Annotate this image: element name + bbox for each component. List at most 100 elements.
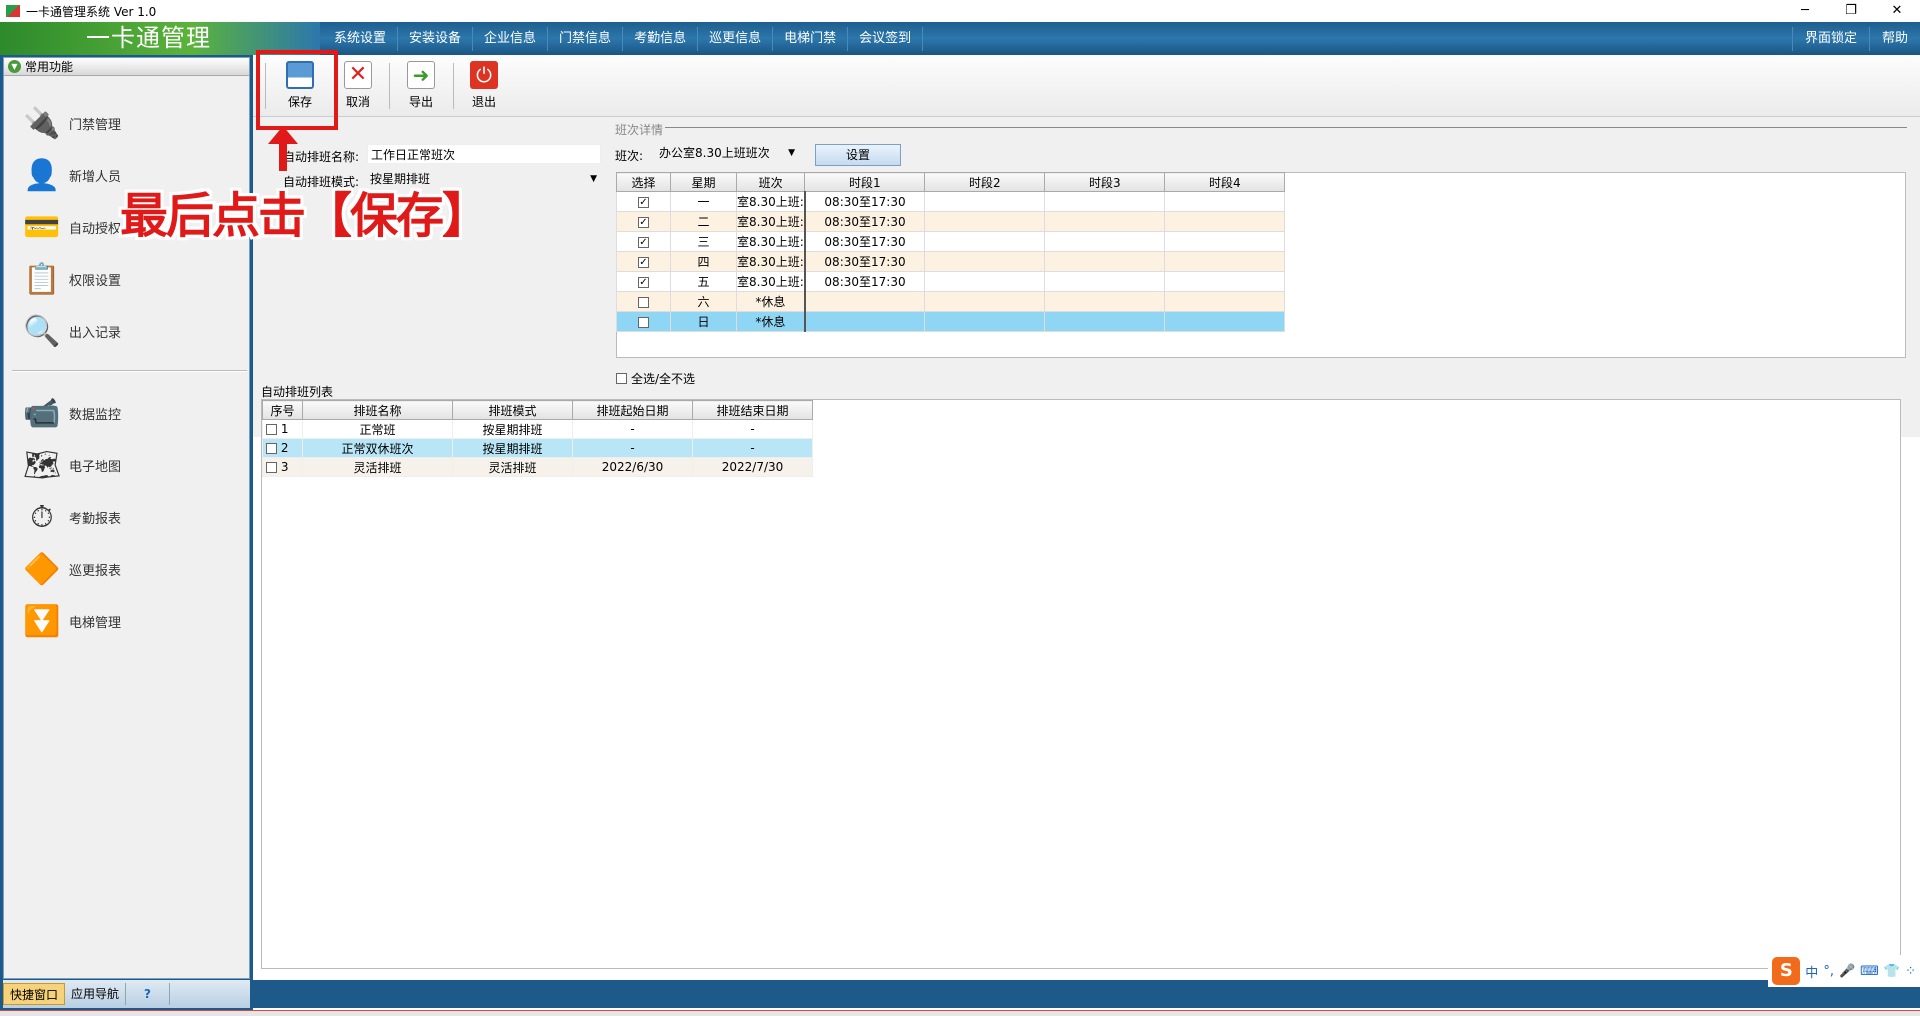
row-checkbox[interactable] — [266, 443, 277, 454]
status-bar — [0, 1010, 1920, 1016]
toolbar-separator — [389, 63, 390, 109]
shift-select[interactable]: 办公室8.30上班班次 ▼ — [656, 143, 799, 163]
table-row[interactable]: ✓ 一室8.30上班: 08:30至17:30 — [616, 191, 1286, 212]
list-title: 自动排班列表 — [261, 385, 334, 399]
row-checkbox[interactable]: ✓ — [638, 196, 649, 208]
form-area: 自动排班名称: 工作日正常班次 自动排班模式: 按星期排班 ▼ 班次详情 班次: … — [253, 117, 1920, 437]
cancel-icon: ✕ — [344, 61, 372, 89]
name-label: 自动排班名称: — [283, 150, 360, 164]
app-icon — [6, 5, 20, 17]
sidebar-item-access[interactable]: 🔌 门禁管理 — [19, 98, 121, 148]
sidebar-item-attendance-report[interactable]: ⏱ 考勤报表 — [19, 492, 121, 542]
clock-icon: ⏱ — [30, 499, 54, 535]
magnifier-icon: 🔍 — [23, 313, 61, 349]
table-row[interactable]: 六 *休息 — [616, 291, 1286, 312]
row-checkbox[interactable] — [266, 462, 277, 473]
power-icon: ⏻ — [470, 61, 498, 89]
row-checkbox[interactable] — [266, 424, 277, 435]
map-icon: 🗺 — [22, 447, 62, 483]
microphone-icon[interactable]: 🎤 — [1839, 964, 1855, 979]
sidebar-item-elevator[interactable]: ⏬ 电梯管理 — [19, 596, 121, 646]
sidebar-item-auto-auth[interactable]: 💳 自动授权 — [19, 202, 121, 252]
door-access-icon: 🔌 — [23, 105, 61, 141]
sidebar-item-permission[interactable]: 📋 权限设置 — [19, 254, 121, 304]
tab-app-navigation[interactable]: 应用导航 — [65, 983, 127, 1005]
help-icon[interactable]: ? — [126, 983, 170, 1005]
keyboard-icon[interactable]: ⌨ — [1860, 964, 1879, 979]
menu-install-device[interactable]: 安装设备 — [398, 27, 474, 51]
checkbox-icon[interactable] — [616, 373, 627, 384]
ime-punct[interactable]: °, — [1823, 964, 1834, 979]
ime-toolbar: S 中 °, 🎤 ⌨ 👕 ⁘ — [1768, 955, 1920, 987]
menu-help[interactable]: 帮助 — [1868, 27, 1920, 51]
highlight-box — [256, 50, 338, 130]
group-line — [665, 127, 1907, 128]
arrow-shaft — [279, 141, 287, 171]
table-row[interactable]: 2 正常双休班次 按星期排班 - - — [262, 438, 813, 458]
schedule-table: 选择 星期 班次 时段1 时段2 时段3 时段4 ✓ 一室8.30上班: 08:30… — [616, 172, 1286, 332]
sidebar-divider — [12, 370, 247, 372]
menu-elevator-access[interactable]: 电梯门禁 — [773, 27, 849, 51]
schedule-list-table: 序号 排班名称 排班模式 排班起始日期 排班结束日期 1 正常班 按星期排班 - - 2… — [262, 400, 813, 477]
set-button[interactable]: 设置 — [815, 144, 901, 166]
menu-company-info[interactable]: 企业信息 — [473, 27, 549, 51]
export-icon: ➜ — [407, 61, 435, 89]
elevator-icon: ⏬ — [23, 603, 61, 639]
menu-lock-ui[interactable]: 界面锁定 — [1791, 27, 1869, 51]
sidebar-item-patrol-report[interactable]: 🔶 巡更报表 — [19, 544, 121, 594]
dropdown-arrow-icon: ▼ — [788, 148, 795, 158]
table-row[interactable]: ✓ 四室8.30上班: 08:30至17:30 — [616, 251, 1286, 272]
shift-details-title: 班次详情 — [615, 123, 664, 137]
sogou-logo-icon[interactable]: S — [1772, 957, 1801, 985]
exit-button[interactable]: ⏻ 退出 — [460, 61, 508, 110]
minimize-button[interactable]: ─ — [1782, 0, 1828, 22]
cancel-button[interactable]: ✕ 取消 — [334, 61, 382, 110]
toolbar-separator — [453, 63, 454, 109]
maximize-button[interactable]: ❐ — [1828, 0, 1874, 22]
table-row[interactable]: 3 灵活排班 灵活排班 2022/6/30 2022/7/30 — [262, 457, 813, 477]
sidebar-item-records[interactable]: 🔍 出入记录 — [19, 306, 121, 356]
bottom-bar — [253, 980, 1920, 1008]
table-row[interactable]: 日 *休息 — [616, 311, 1286, 332]
dropdown-arrow-icon: ▼ — [590, 174, 597, 184]
table-row[interactable]: ✓ 五室8.30上班: 08:30至17:30 — [616, 271, 1286, 292]
sidebar-item-monitor[interactable]: 📹 数据监控 — [19, 388, 121, 438]
shift-label: 班次: — [615, 149, 644, 163]
ime-lang[interactable]: 中 — [1805, 962, 1818, 981]
skin-icon[interactable]: 👕 — [1884, 964, 1900, 979]
sidebar-item-new-person[interactable]: 👤 新增人员 — [19, 150, 121, 200]
close-button[interactable]: ✕ — [1874, 0, 1920, 22]
row-checkbox[interactable]: ✓ — [638, 216, 649, 228]
row-checkbox[interactable] — [638, 316, 649, 328]
window-title: 一卡通管理系统 Ver 1.0 — [26, 4, 157, 19]
schedule-name-input[interactable]: 工作日正常班次 — [367, 144, 601, 164]
main-panel: 保存 ✕ 取消 ➜ 导出 ⏻ 退出 自动排班名称: 工作日正常班次 自动排班模式… — [253, 55, 1920, 1016]
menu-meeting-signin[interactable]: 会议签到 — [848, 27, 924, 51]
export-button[interactable]: ➜ 导出 — [397, 61, 445, 110]
person-icon: 👤 — [23, 157, 61, 193]
menu-attendance-info[interactable]: 考勤信息 — [623, 27, 699, 51]
toolbar: 保存 ✕ 取消 ➜ 导出 ⏻ 退出 — [253, 55, 1920, 117]
row-checkbox[interactable]: ✓ — [638, 276, 649, 288]
menu-grid-icon[interactable]: ⁘ — [1905, 964, 1916, 979]
sidebar-item-map[interactable]: 🗺 电子地图 — [19, 440, 121, 490]
menu-system-settings[interactable]: 系统设置 — [323, 27, 399, 51]
table-row[interactable]: 1 正常班 按星期排班 - - — [262, 419, 813, 439]
row-checkbox[interactable]: ✓ — [638, 256, 649, 268]
row-checkbox[interactable] — [638, 296, 649, 308]
annotation-text: 最后点击【保存】 — [120, 188, 490, 244]
tab-shortcut-window[interactable]: 快捷窗口 — [3, 983, 66, 1005]
menu-access-info[interactable]: 门禁信息 — [548, 27, 624, 51]
card-icon: 💳 — [23, 209, 61, 245]
sidebar-header[interactable]: ▼ 常用功能 — [4, 58, 249, 76]
title-bar: 一卡通管理系统 Ver 1.0 ─ ❐ ✕ — [0, 0, 1920, 22]
row-checkbox[interactable]: ✓ — [638, 236, 649, 248]
schedule-list: 序号 排班名称 排班模式 排班起始日期 排班结束日期 1 正常班 按星期排班 - - 2… — [261, 399, 1901, 969]
menu-patrol-info[interactable]: 巡更信息 — [698, 27, 774, 51]
camera-icon: 📹 — [23, 395, 61, 431]
table-row[interactable]: ✓ 三室8.30上班: 08:30至17:30 — [616, 231, 1286, 252]
sidebar-footer: 快捷窗口 应用导航 ? — [3, 980, 250, 1008]
select-all-checkbox[interactable]: 全选/全不选 — [616, 370, 695, 387]
table-row[interactable]: ✓ 二室8.30上班: 08:30至17:30 — [616, 211, 1286, 232]
collapse-icon[interactable]: ▼ — [8, 60, 21, 73]
